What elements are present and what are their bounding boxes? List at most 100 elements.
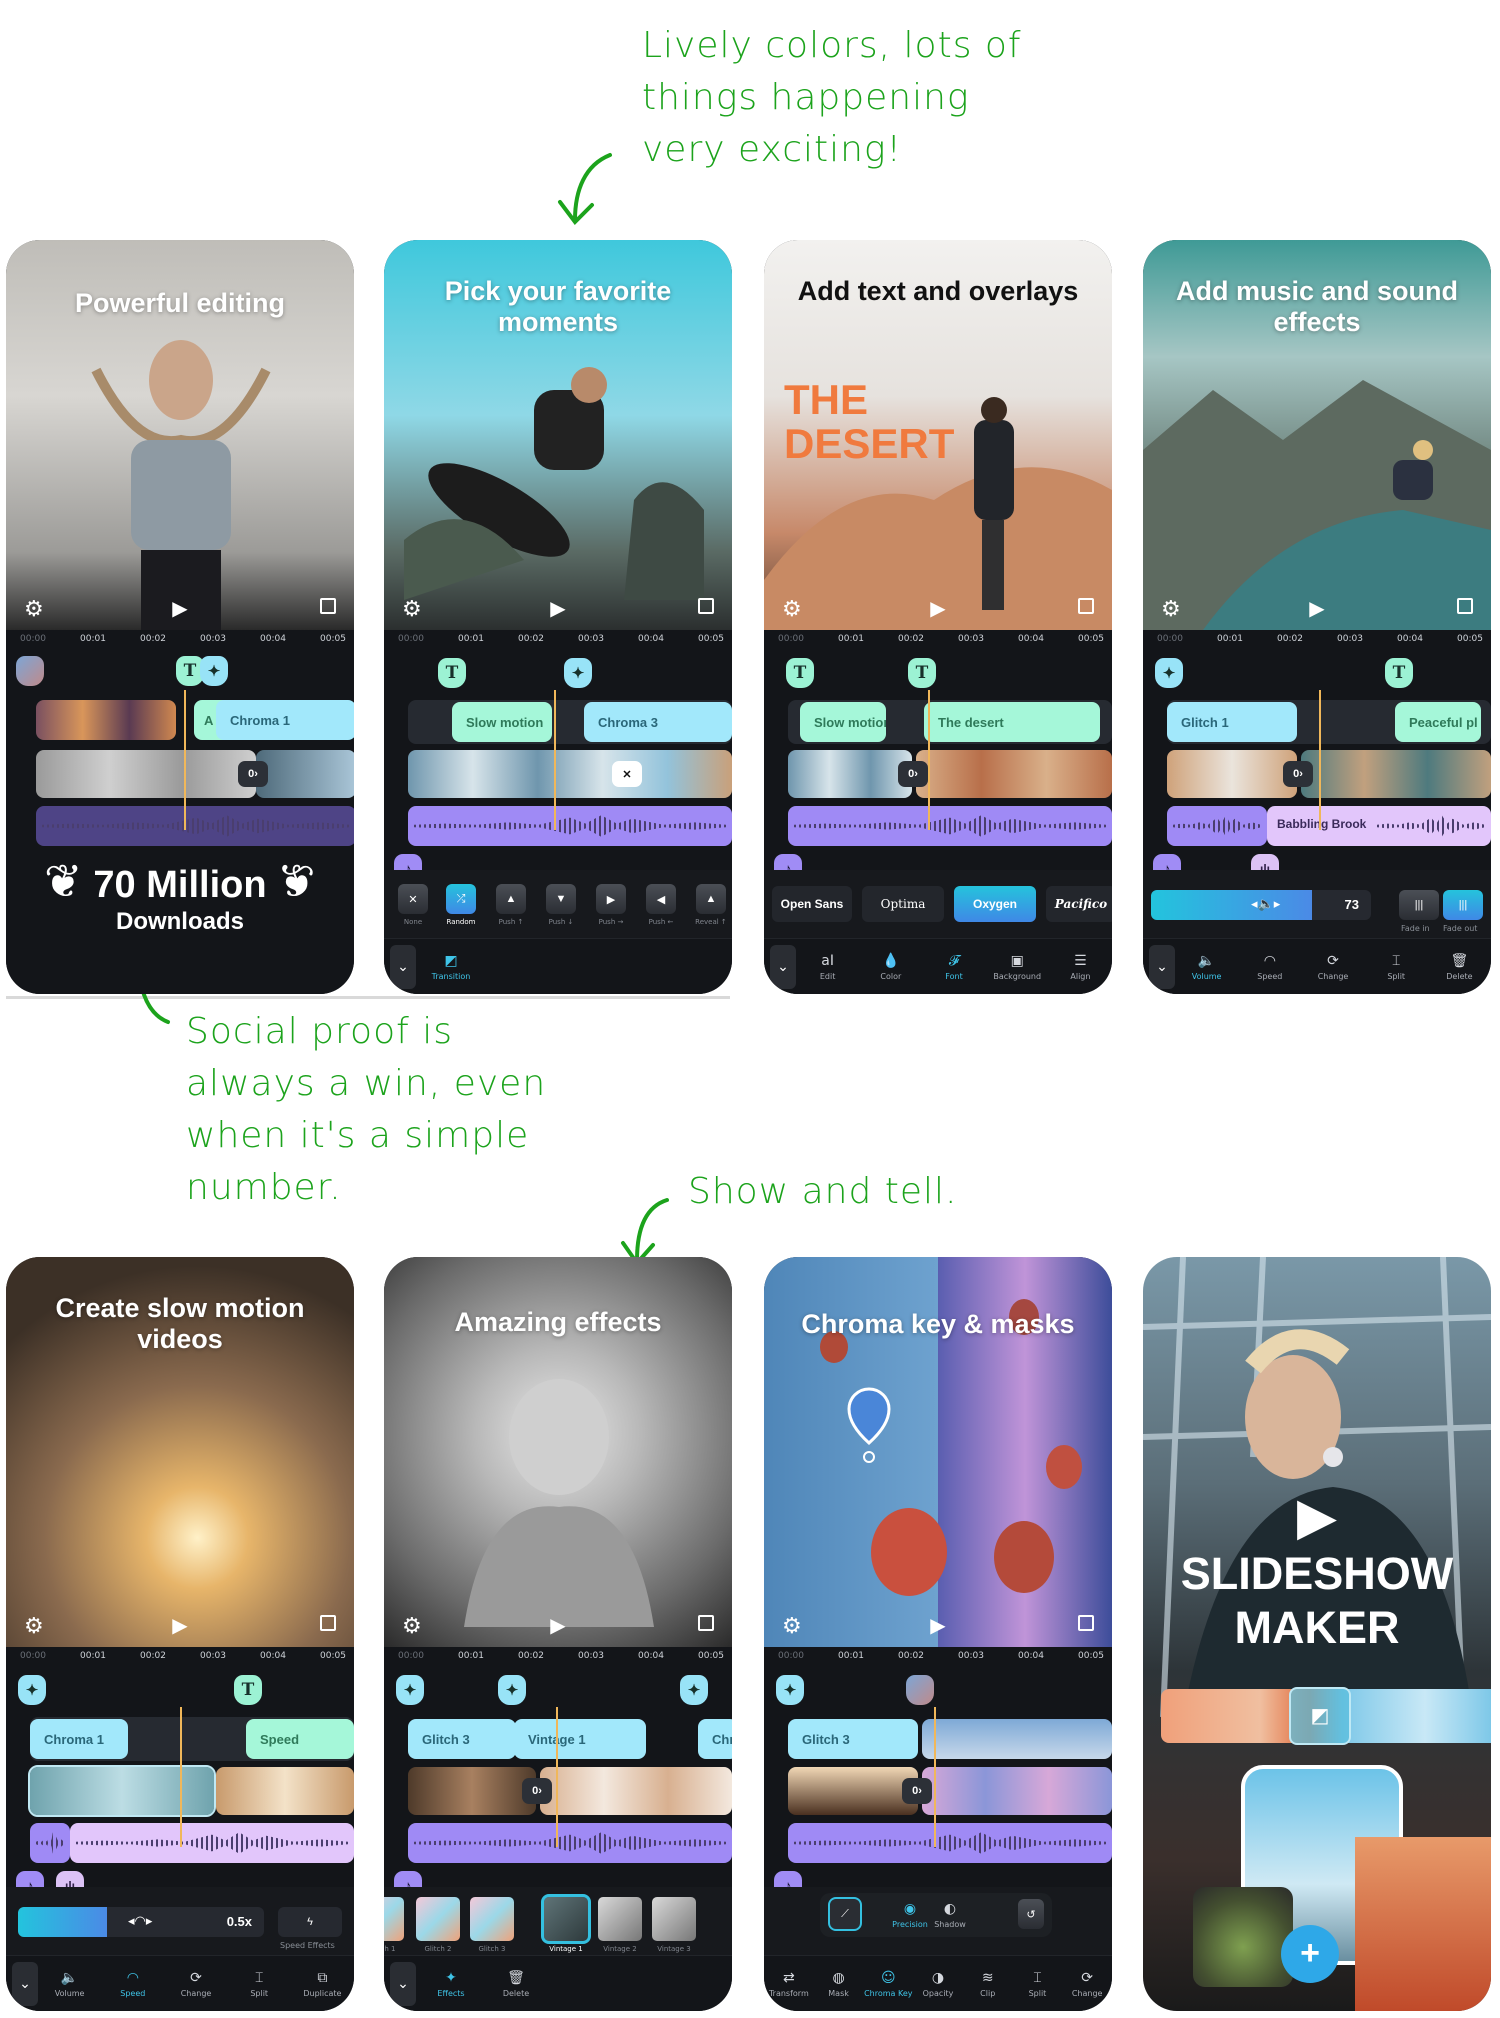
video-clip[interactable] — [408, 1767, 536, 1815]
transition-push-down[interactable]: ▼ — [546, 884, 576, 914]
tool-color[interactable]: 💧 Color — [859, 953, 922, 981]
timeline[interactable]: ✦ T Chroma 1 Speed ♪ ılı — [6, 1667, 354, 1901]
reset-button[interactable]: ↺ — [1018, 1899, 1044, 1929]
timeline[interactable]: ✦ Glitch 3 0› ♪ 2 — [764, 1667, 1112, 1919]
effect-wand-icon[interactable]: ✦ — [680, 1675, 708, 1705]
play-icon[interactable]: ▶ — [550, 1613, 565, 1638]
effect-vintage-3[interactable] — [652, 1897, 696, 1941]
tool-change[interactable]: ⟳ Change — [1301, 953, 1364, 981]
tool-speed[interactable]: ◠ Speed — [1238, 953, 1301, 981]
eyedropper-button[interactable]: ⟋ — [828, 1897, 862, 1931]
tool-align[interactable]: ☰ Align — [1049, 953, 1112, 981]
play-icon[interactable]: ▶ — [930, 596, 945, 621]
transition-push-up[interactable]: ▲ — [496, 884, 526, 914]
tool-transition[interactable]: ◩ Transition — [416, 953, 486, 981]
video-clip[interactable] — [916, 750, 1112, 798]
text-marker-icon[interactable]: T — [786, 658, 814, 688]
transition-button[interactable]: 0› — [898, 761, 928, 787]
fullscreen-icon[interactable] — [320, 598, 336, 614]
playhead[interactable] — [554, 690, 556, 830]
tool-transform[interactable]: ⇄ Transform — [764, 1970, 814, 1998]
tool-volume[interactable]: 🔈 Volume — [38, 1970, 101, 1998]
settings-gear-icon[interactable]: ⚙ — [24, 596, 44, 622]
fade-out-button[interactable]: ||| — [1443, 890, 1483, 920]
settings-gear-icon[interactable]: ⚙ — [782, 1613, 802, 1639]
tool-mask[interactable]: ◍ Mask — [814, 1970, 864, 1998]
tool-edit[interactable]: aI Edit — [796, 953, 859, 981]
selected-video-clip[interactable] — [28, 1765, 216, 1817]
collapse-chevron-icon[interactable]: ⌄ — [770, 944, 796, 989]
playhead[interactable] — [180, 1707, 182, 1847]
effect-vintage-1[interactable] — [541, 1894, 591, 1944]
fullscreen-icon[interactable] — [1078, 598, 1094, 614]
video-clip[interactable] — [256, 750, 354, 798]
fullscreen-icon[interactable] — [320, 1615, 336, 1631]
settings-gear-icon[interactable]: ⚙ — [782, 596, 802, 622]
playhead[interactable] — [928, 690, 930, 830]
collapse-chevron-icon[interactable]: ⌄ — [390, 1961, 416, 2006]
chroma-shadow[interactable]: ◐ Shadow — [930, 1901, 970, 1929]
play-icon[interactable]: ▶ — [550, 596, 565, 621]
play-icon[interactable]: ▶ — [172, 596, 187, 621]
audio-track[interactable] — [788, 806, 1112, 846]
effect-wand-icon[interactable]: ✦ — [776, 1675, 804, 1705]
tool-effects[interactable]: ✦ Effects — [416, 1970, 486, 1998]
clip-chroma-1[interactable]: Chroma 1 — [216, 700, 354, 740]
effect-glitch-3[interactable] — [470, 1897, 514, 1941]
tool-clip[interactable]: ≋ Clip — [963, 1970, 1013, 1998]
playhead[interactable] — [184, 690, 186, 830]
settings-gear-icon[interactable]: ⚙ — [1161, 596, 1181, 622]
tool-delete[interactable]: 🗑 Delete — [1428, 953, 1491, 981]
clip-chroma-1[interactable]: Chroma 1 — [30, 1719, 128, 1759]
video-clip[interactable] — [788, 1767, 918, 1815]
clip-chroma-3[interactable]: Chroma 3 — [584, 702, 732, 742]
audio-track[interactable] — [408, 806, 732, 846]
overlay-thumb-marker[interactable] — [906, 1675, 934, 1705]
clip-slow-motion[interactable]: Slow motion — [452, 702, 552, 742]
tool-background[interactable]: ▣ Background — [986, 953, 1049, 981]
tool-change[interactable]: ⟳ Change — [1062, 1970, 1112, 1998]
tool-chroma-key[interactable]: ☺ Chroma Key — [863, 1970, 913, 1998]
effect-wand-icon[interactable]: ✦ — [564, 658, 592, 688]
video-clip[interactable] — [36, 750, 256, 798]
transition-button[interactable]: 0› — [522, 1778, 552, 1804]
overlay-clip[interactable] — [36, 700, 176, 740]
clip-peaceful[interactable]: Peaceful pl — [1395, 702, 1481, 742]
fullscreen-icon[interactable] — [1078, 1615, 1094, 1631]
tool-split[interactable]: ⌶ Split — [1365, 953, 1428, 981]
chroma-precision[interactable]: ◉ Precision — [888, 1901, 932, 1929]
effect-wand-icon[interactable]: ✦ — [1155, 658, 1183, 688]
text-marker-icon[interactable]: T — [234, 1675, 262, 1705]
fade-in-button[interactable]: ||| — [1399, 890, 1439, 920]
fullscreen-icon[interactable] — [1457, 598, 1473, 614]
playhead[interactable] — [1319, 690, 1321, 830]
timeline[interactable]: ✦ T Glitch 1 Peaceful pl 0› Babbling Bro… — [1143, 650, 1491, 884]
font-oxygen[interactable]: Oxygen — [954, 886, 1036, 922]
settings-gear-icon[interactable]: ⚙ — [402, 596, 422, 622]
add-button[interactable]: + — [1281, 1925, 1339, 1983]
play-icon[interactable]: ▶ — [930, 1613, 945, 1638]
effect-vintage-2[interactable] — [598, 1897, 642, 1941]
font-pacifico[interactable]: Pacifico — [1046, 886, 1112, 922]
overlay-clip-balloons[interactable] — [922, 1719, 1112, 1759]
tool-volume[interactable]: 🔈 Volume — [1175, 953, 1238, 981]
settings-gear-icon[interactable]: ⚙ — [24, 1613, 44, 1639]
transition-push-left[interactable]: ◀ — [646, 884, 676, 914]
clip-glitch-3[interactable]: Glitch 3 — [788, 1719, 918, 1759]
tool-split[interactable]: ⌶ Split — [1013, 1970, 1063, 1998]
transition-button[interactable]: 0› — [902, 1778, 932, 1804]
fullscreen-icon[interactable] — [698, 1615, 714, 1631]
play-icon[interactable]: ▶ — [1297, 1487, 1337, 1547]
clip-chroma[interactable]: Chro — [698, 1719, 732, 1759]
play-icon[interactable]: ▶ — [1309, 596, 1324, 621]
effect-wand-icon[interactable]: ✦ — [18, 1675, 46, 1705]
transition-none[interactable]: ✕ — [398, 884, 428, 914]
timeline[interactable]: ✦ ✦ ✦ Glitch 3 Vintage 1 Chro 0› ♪ — [384, 1667, 732, 1901]
video-clip[interactable] — [1167, 750, 1297, 798]
transition-push-right[interactable]: ▶ — [596, 884, 626, 914]
video-clip[interactable] — [1301, 750, 1491, 798]
text-marker-icon[interactable]: T — [1385, 658, 1413, 688]
text-marker-icon[interactable]: T — [438, 658, 466, 688]
tool-font[interactable]: 𝓕 Font — [922, 953, 985, 981]
collapse-chevron-icon[interactable]: ⌄ — [390, 944, 416, 989]
